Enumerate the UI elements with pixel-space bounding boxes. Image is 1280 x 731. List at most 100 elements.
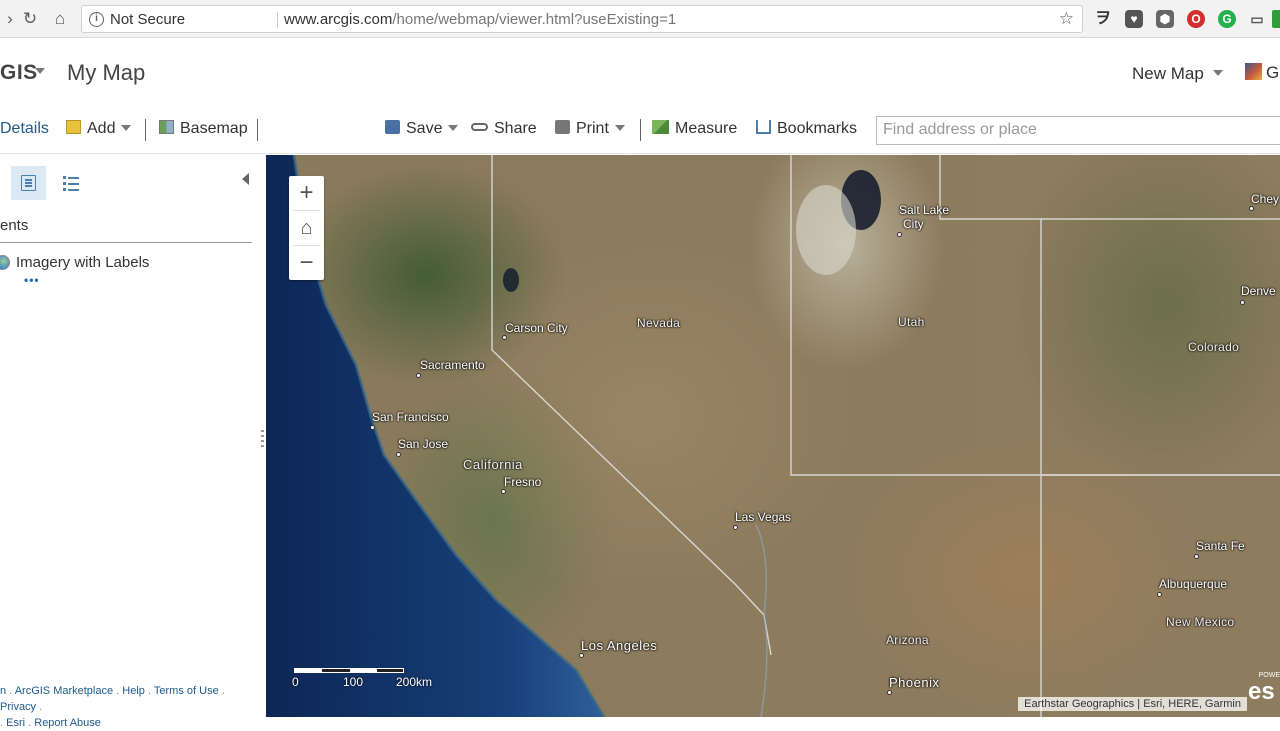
city-marker <box>370 425 375 430</box>
measure-label: Measure <box>675 120 738 137</box>
map-label-denver: Denve <box>1241 284 1276 298</box>
details-button[interactable]: Details <box>0 120 49 138</box>
bookmarks-button[interactable]: Bookmarks <box>756 120 857 138</box>
city-marker <box>501 489 506 494</box>
home-icon[interactable]: ⌂ <box>50 9 70 29</box>
esri-logo[interactable]: es <box>1248 678 1280 712</box>
browser-toolbar: › ↻ ⌂ i Not Secure www.arcgis.com/home/w… <box>0 0 1280 38</box>
map-view[interactable]: Salt Lake City Chey Denve Carson City Ne… <box>266 155 1280 717</box>
home-extent-icon[interactable]: ⌂ <box>289 211 324 245</box>
search-input[interactable]: Find address or place <box>876 116 1280 145</box>
scale-bar <box>294 668 404 673</box>
add-label: Add <box>87 120 116 137</box>
share-label: Share <box>494 120 537 137</box>
collapse-panel-icon[interactable] <box>242 173 249 185</box>
url-host: www.arcgis.com <box>284 11 393 28</box>
chevron-down-icon <box>614 125 625 131</box>
map-label-fresno: Fresno <box>504 475 542 489</box>
measure-button[interactable]: Measure <box>652 120 737 138</box>
details-document-icon <box>21 175 36 191</box>
footer-link-report-abuse[interactable]: Report Abuse <box>34 717 101 729</box>
forward-icon[interactable]: › <box>0 9 20 29</box>
city-marker <box>502 335 507 340</box>
basemap-button[interactable]: Basemap <box>159 120 248 138</box>
panel-resize-handle[interactable] <box>261 430 264 448</box>
bookmark-icon <box>756 120 771 134</box>
chevron-down-icon <box>121 125 132 131</box>
new-map-caret-icon[interactable] <box>1213 70 1223 76</box>
url-text[interactable]: www.arcgis.com/home/webmap/viewer.html?u… <box>284 11 676 28</box>
map-label-nevada: Nevada <box>637 316 681 330</box>
bookmark-star-icon[interactable]: ☆ <box>1059 9 1074 29</box>
tab-about[interactable] <box>11 166 46 200</box>
brand-logo[interactable]: GIS <box>0 61 38 85</box>
footer-link-help[interactable]: Help <box>122 685 145 697</box>
share-button[interactable]: Share <box>471 120 537 138</box>
map-label-utah: Utah <box>898 315 925 329</box>
map-label-california: California <box>463 457 523 472</box>
footer-link-privacy[interactable]: Privacy <box>0 701 36 713</box>
footer-link-terms[interactable]: Terms of Use <box>154 685 219 697</box>
cast-icon[interactable]: ▭ <box>1248 10 1266 28</box>
pocket-icon[interactable]: ♥ <box>1125 10 1143 28</box>
save-button[interactable]: Save <box>385 120 459 138</box>
address-divider <box>277 12 278 28</box>
extension-icon[interactable]: ヲ <box>1094 10 1112 28</box>
footer-link-marketplace[interactable]: ArcGIS Marketplace <box>15 685 113 697</box>
measure-ruler-icon <box>652 120 669 134</box>
app-header: GIS My Map New Map G <box>0 38 1280 105</box>
map-label-salt-lake-city: Salt Lake <box>899 203 950 217</box>
toolbar-divider <box>145 119 146 141</box>
map-label-colorado: Colorado <box>1188 340 1240 354</box>
bookmarks-label: Bookmarks <box>777 120 858 137</box>
layer-options-icon[interactable]: ••• <box>24 273 40 287</box>
section-divider <box>0 242 252 243</box>
footer-link-esri[interactable]: Esri <box>6 717 25 729</box>
save-disk-icon <box>385 120 400 134</box>
extension-green-icon[interactable] <box>1272 10 1280 28</box>
map-attribution[interactable]: Earthstar Geographics | Esri, HERE, Garm… <box>1018 697 1247 711</box>
address-bar[interactable]: i Not Secure www.arcgis.com/home/webmap/… <box>81 5 1083 33</box>
reload-icon[interactable]: ↻ <box>20 9 40 29</box>
map-label-san-francisco: San Francisco <box>372 410 449 424</box>
zoom-in-icon[interactable]: + <box>289 176 324 210</box>
print-button[interactable]: Print <box>555 120 625 138</box>
city-marker <box>396 452 401 457</box>
city-marker <box>1157 592 1162 597</box>
print-label: Print <box>576 120 609 137</box>
city-marker <box>887 690 892 695</box>
city-marker <box>416 373 421 378</box>
security-status[interactable]: Not Secure <box>110 11 185 28</box>
layer-item-imagery[interactable]: Imagery with Labels <box>16 254 149 271</box>
map-label-albuquerque: Albuquerque <box>1159 577 1228 591</box>
basemap-grid-icon <box>159 120 174 134</box>
grammarly-icon[interactable]: G <box>1218 10 1236 28</box>
avatar[interactable] <box>1245 63 1262 80</box>
new-map-menu[interactable]: New Map <box>1132 64 1204 84</box>
extension-shield-icon[interactable]: ⬢ <box>1156 10 1174 28</box>
toolbar-divider <box>257 119 258 141</box>
map-label-san-jose: San Jose <box>398 437 449 451</box>
user-name[interactable]: G <box>1266 63 1279 83</box>
map-label-new-mexico: New Mexico <box>1166 615 1235 629</box>
url-path: /home/webmap/viewer.html?useExisting=1 <box>392 11 677 28</box>
tab-content-list-icon[interactable] <box>63 174 81 192</box>
map-label-sacramento: Sacramento <box>420 358 485 372</box>
scale-label-100: 100 <box>343 675 364 689</box>
page-title: My Map <box>67 60 146 85</box>
printer-icon <box>555 120 570 134</box>
city-marker <box>1194 554 1199 559</box>
city-marker <box>1240 300 1245 305</box>
content-panel: ents Imagery with Labels ••• n . ArcGIS … <box>0 155 262 729</box>
panel-section-title: ents <box>0 217 29 234</box>
scale-label-200: 200km <box>396 675 433 689</box>
add-button[interactable]: Add <box>66 120 132 138</box>
toolbar-divider <box>640 119 641 141</box>
map-label-cheyenne: Chey <box>1251 192 1280 206</box>
brand-menu-caret-icon[interactable] <box>35 68 45 74</box>
zoom-out-icon[interactable]: − <box>289 246 324 280</box>
info-icon[interactable]: i <box>89 12 104 27</box>
city-marker <box>1249 206 1254 211</box>
opera-icon[interactable]: O <box>1187 10 1205 28</box>
map-label-phoenix: Phoenix <box>889 675 940 690</box>
